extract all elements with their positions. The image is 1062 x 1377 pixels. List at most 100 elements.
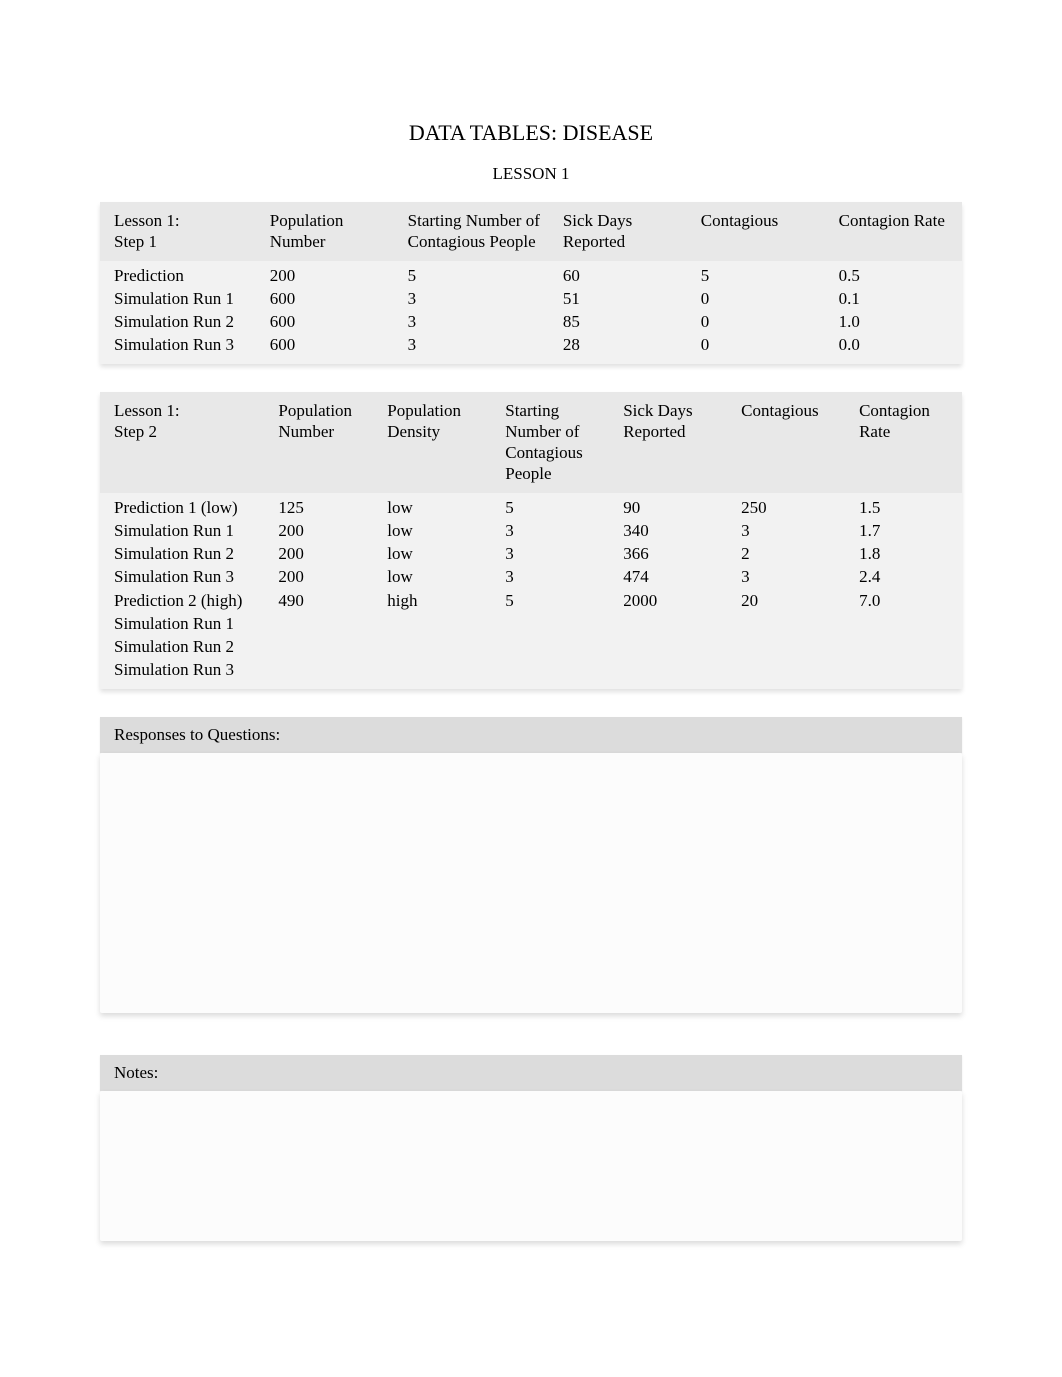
- table1-wrap: Lesson 1: Step 1 Population Number Start…: [100, 202, 962, 364]
- table-cell: [381, 658, 499, 688]
- table2-header-lesson: Lesson 1: Step 2: [100, 392, 272, 493]
- table2-header-popnum: Population Number: [272, 392, 381, 493]
- table2-header-contagious: Contagious: [735, 392, 853, 493]
- table-cell: 3: [499, 565, 617, 588]
- table-row: Simulation Run 160035100.1: [100, 287, 962, 310]
- table-cell: [381, 635, 499, 658]
- table-cell: 600: [264, 287, 402, 310]
- table2-body: Prediction 1 (low)125low5902501.5Simulat…: [100, 493, 962, 689]
- table-cell: [272, 658, 381, 688]
- table-cell: 200: [272, 542, 381, 565]
- table-cell: [853, 612, 962, 635]
- table-cell: [499, 612, 617, 635]
- table-cell: 1.5: [853, 493, 962, 519]
- table-cell: 250: [735, 493, 853, 519]
- table-cell: [617, 658, 735, 688]
- table2-header-rate: Contagion Rate: [853, 392, 962, 493]
- table-row: Simulation Run 2: [100, 635, 962, 658]
- table1-header-rate: Contagion Rate: [833, 202, 962, 261]
- table-cell: 0: [695, 333, 833, 363]
- table-cell: 3: [735, 519, 853, 542]
- table-row: Prediction20056050.5: [100, 261, 962, 287]
- table1: Lesson 1: Step 1 Population Number Start…: [100, 202, 962, 364]
- table-cell: 60: [557, 261, 695, 287]
- table-cell: 7.0: [853, 589, 962, 612]
- table-row: Simulation Run 1: [100, 612, 962, 635]
- responses-label: Responses to Questions:: [100, 717, 962, 753]
- table-cell: 90: [617, 493, 735, 519]
- table-cell: 2.4: [853, 565, 962, 588]
- table-cell: 28: [557, 333, 695, 363]
- table-cell: Simulation Run 2: [100, 310, 264, 333]
- table-cell: low: [381, 542, 499, 565]
- table-row: Simulation Run 1200low334031.7: [100, 519, 962, 542]
- table-cell: 3: [499, 519, 617, 542]
- table-cell: 20: [735, 589, 853, 612]
- table-row: Simulation Run 3200low347432.4: [100, 565, 962, 588]
- table-cell: 0: [695, 310, 833, 333]
- table-cell: Simulation Run 2: [100, 635, 272, 658]
- table-cell: [735, 635, 853, 658]
- table-cell: [272, 635, 381, 658]
- table-cell: 474: [617, 565, 735, 588]
- table2-wrap: Lesson 1: Step 2 Population Number Popul…: [100, 392, 962, 689]
- table-cell: Simulation Run 1: [100, 612, 272, 635]
- table-cell: [853, 635, 962, 658]
- table-cell: 5: [499, 493, 617, 519]
- table-cell: 3: [402, 333, 557, 363]
- table-cell: 3: [402, 287, 557, 310]
- table-cell: Simulation Run 3: [100, 333, 264, 363]
- table-cell: [499, 635, 617, 658]
- page-title: DATA TABLES: DISEASE: [100, 120, 962, 146]
- table-cell: 0.0: [833, 333, 962, 363]
- table-cell: Simulation Run 1: [100, 287, 264, 310]
- table-cell: high: [381, 589, 499, 612]
- table1-header-startnum: Starting Number of Contagious People: [402, 202, 557, 261]
- page-subtitle: LESSON 1: [100, 164, 962, 184]
- table-cell: 3: [499, 542, 617, 565]
- table-cell: [853, 658, 962, 688]
- table-cell: 600: [264, 310, 402, 333]
- table-cell: 2000: [617, 589, 735, 612]
- table2-header-sickdays: Sick Days Reported: [617, 392, 735, 493]
- table-cell: [617, 612, 735, 635]
- table-row: Simulation Run 3: [100, 658, 962, 688]
- table-cell: Prediction 2 (high): [100, 589, 272, 612]
- table-cell: [272, 612, 381, 635]
- table-cell: 0: [695, 287, 833, 310]
- table-cell: 200: [264, 261, 402, 287]
- table-cell: Simulation Run 2: [100, 542, 272, 565]
- table-cell: 125: [272, 493, 381, 519]
- table-row: Prediction 1 (low)125low5902501.5: [100, 493, 962, 519]
- notes-box[interactable]: [100, 1091, 962, 1241]
- table-cell: 340: [617, 519, 735, 542]
- table-cell: 0.1: [833, 287, 962, 310]
- table-cell: [381, 612, 499, 635]
- notes-label: Notes:: [100, 1055, 962, 1091]
- table-cell: Prediction: [100, 261, 264, 287]
- table-cell: 2: [735, 542, 853, 565]
- table2-header-density: Population Density: [381, 392, 499, 493]
- table1-header-popnum: Population Number: [264, 202, 402, 261]
- table-cell: Simulation Run 1: [100, 519, 272, 542]
- table-cell: 1.8: [853, 542, 962, 565]
- table1-header-contagious: Contagious: [695, 202, 833, 261]
- table-cell: [735, 612, 853, 635]
- table-cell: 3: [402, 310, 557, 333]
- table-cell: 490: [272, 589, 381, 612]
- table1-header-lesson: Lesson 1: Step 1: [100, 202, 264, 261]
- table-cell: 5: [695, 261, 833, 287]
- responses-box[interactable]: [100, 753, 962, 1013]
- table-cell: Prediction 1 (low): [100, 493, 272, 519]
- table-cell: 1.0: [833, 310, 962, 333]
- table-cell: Simulation Run 3: [100, 565, 272, 588]
- table-cell: 0.5: [833, 261, 962, 287]
- table-cell: 200: [272, 519, 381, 542]
- table-cell: Simulation Run 3: [100, 658, 272, 688]
- table-cell: 3: [735, 565, 853, 588]
- table-cell: 1.7: [853, 519, 962, 542]
- table2: Lesson 1: Step 2 Population Number Popul…: [100, 392, 962, 689]
- table-cell: 366: [617, 542, 735, 565]
- table-cell: low: [381, 519, 499, 542]
- table-cell: 5: [402, 261, 557, 287]
